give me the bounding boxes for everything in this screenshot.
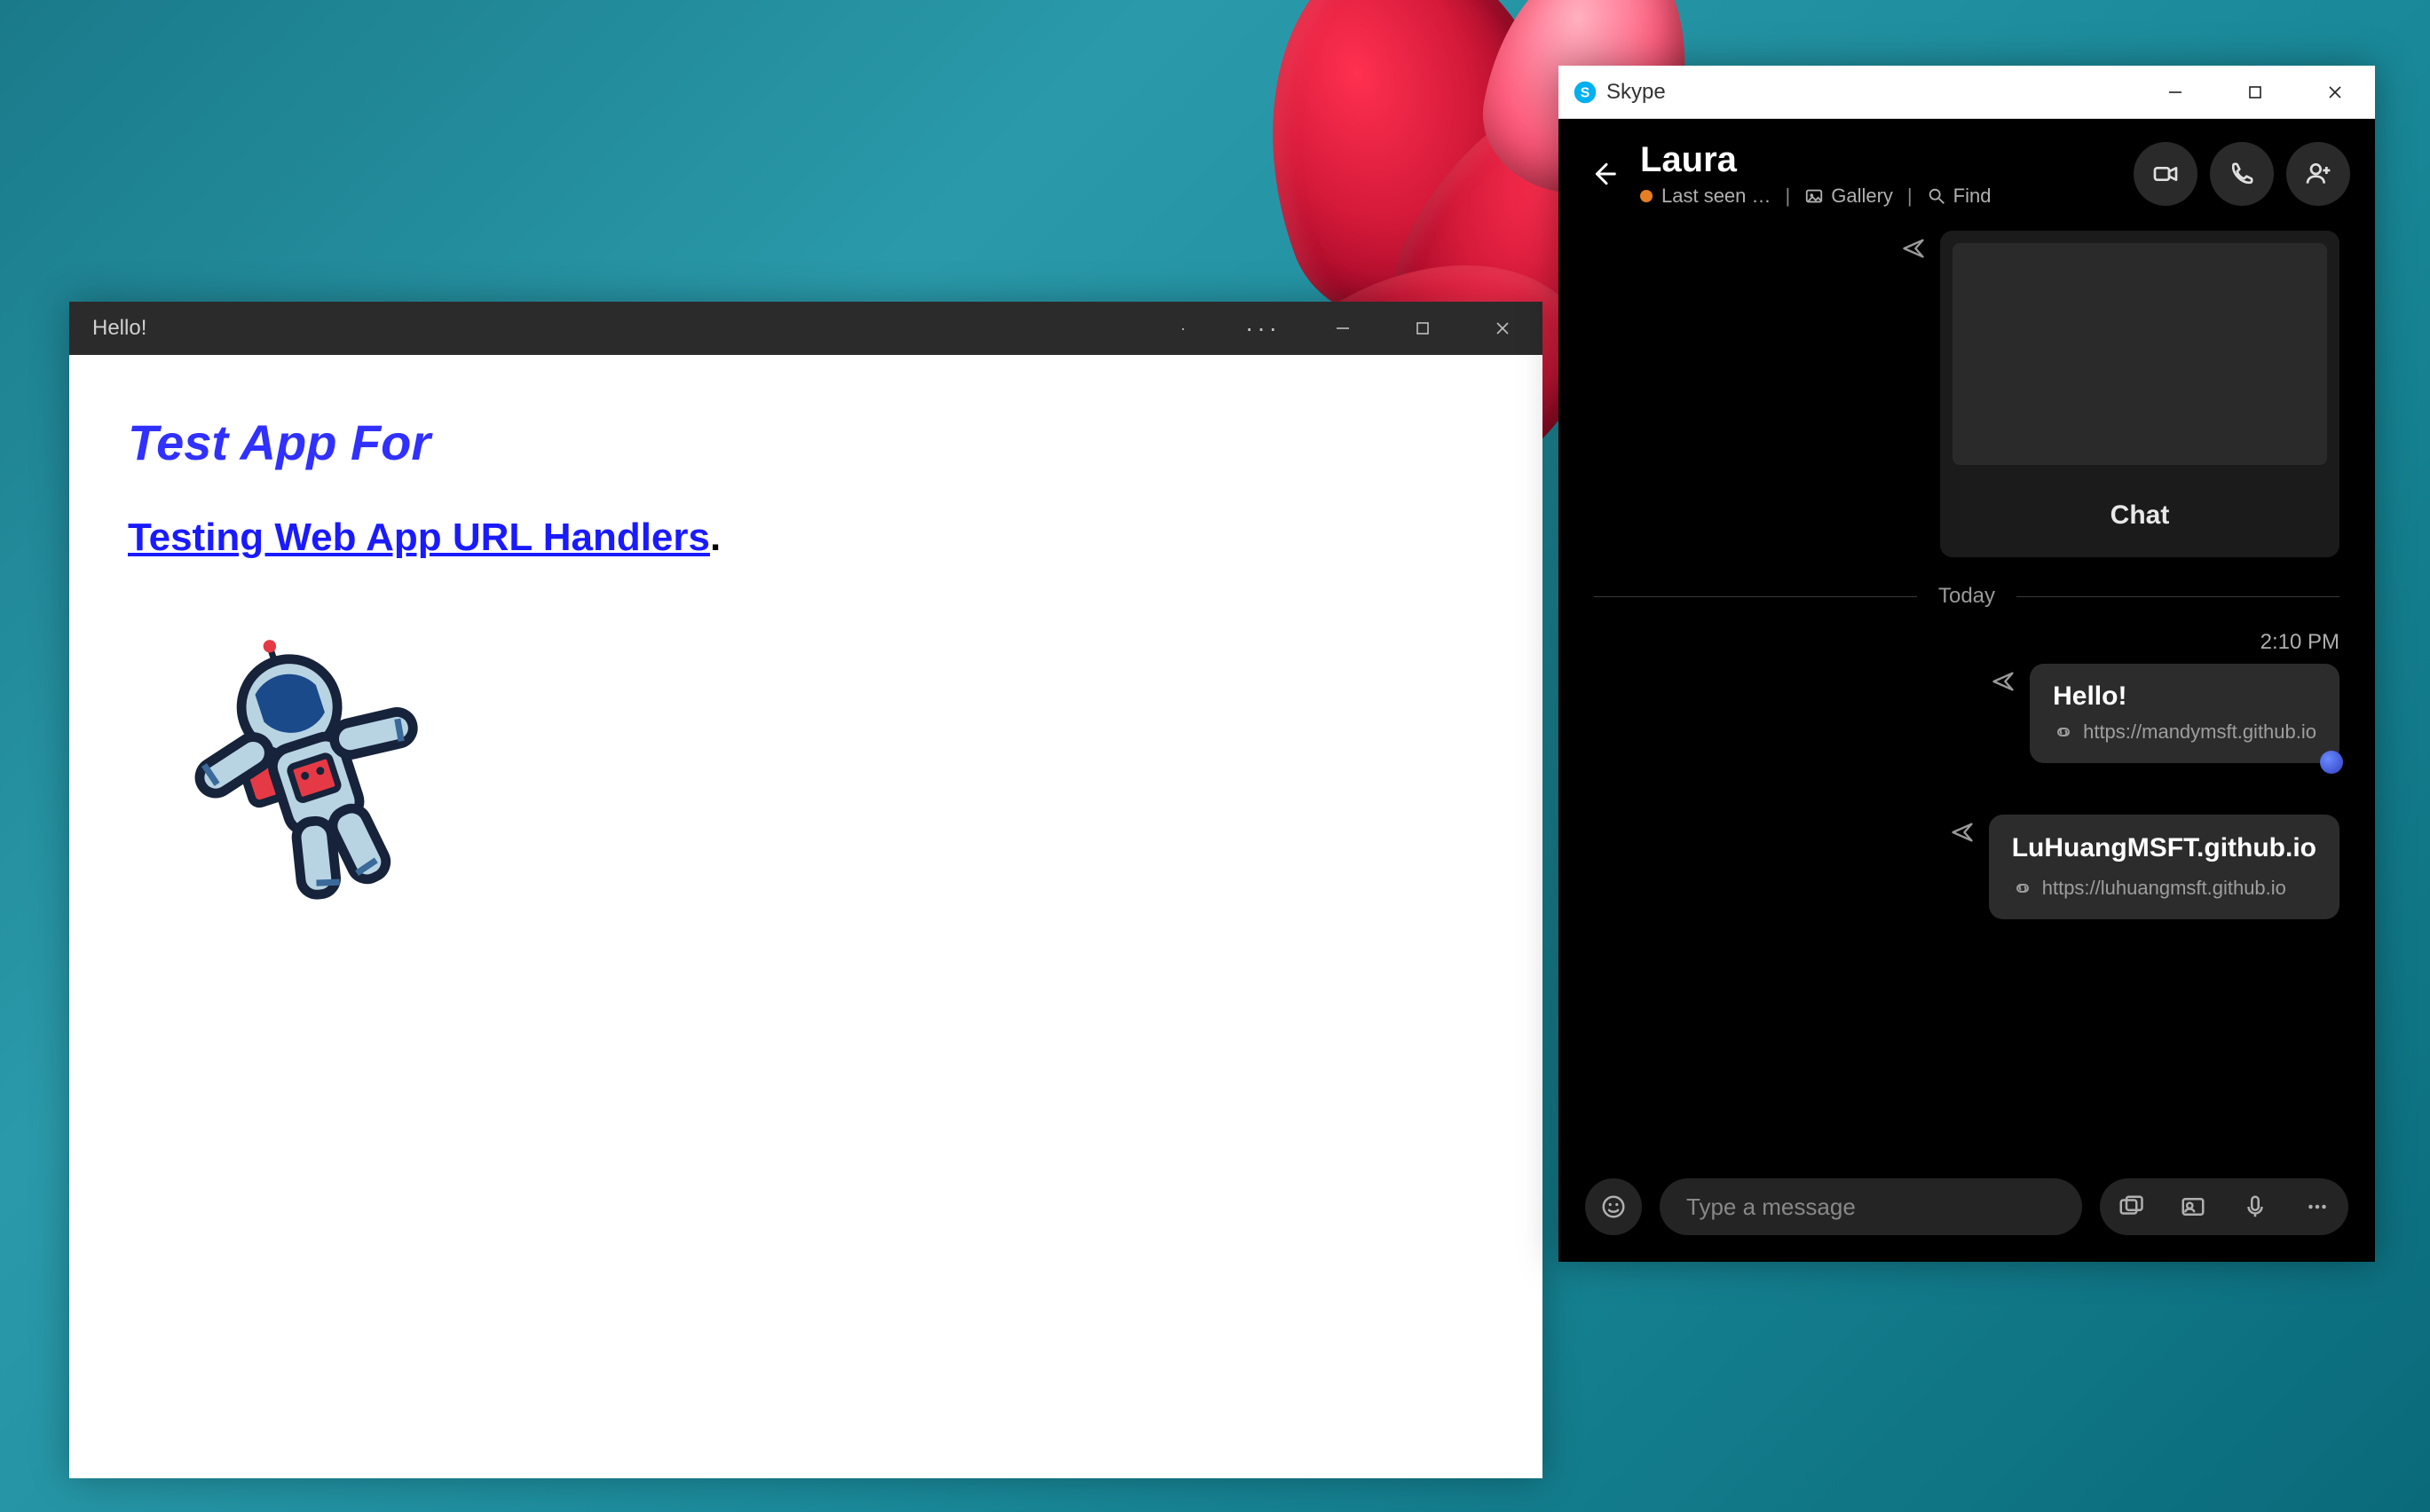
contact-card-button[interactable] bbox=[2162, 1178, 2224, 1235]
skype-maximize-button[interactable] bbox=[2215, 66, 2295, 119]
gallery-label: Gallery bbox=[1831, 185, 1893, 208]
compose-bar bbox=[1558, 1159, 2375, 1262]
phone-icon bbox=[2228, 160, 2256, 188]
message-title: Hello! bbox=[2053, 681, 2316, 712]
header-actions bbox=[2134, 142, 2350, 206]
conversation-header: Laura Last seen … | Gallery | Find bbox=[1558, 119, 2375, 222]
message-bubble[interactable]: LuHuangMSFT.github.io https://luhuangmsf… bbox=[1989, 815, 2339, 919]
day-divider: Today bbox=[1594, 584, 2339, 609]
reaction-badge[interactable] bbox=[2320, 751, 2343, 774]
skype-close-button[interactable] bbox=[2295, 66, 2375, 119]
link-icon bbox=[2012, 878, 2033, 899]
separator: | bbox=[1902, 185, 1918, 208]
separator: | bbox=[1780, 185, 1796, 208]
more-compose-button[interactable] bbox=[2286, 1178, 2348, 1235]
gallery-icon bbox=[1804, 186, 1824, 206]
last-seen-text: Last seen … bbox=[1661, 185, 1771, 208]
more-icon bbox=[2304, 1193, 2331, 1220]
sent-indicator-icon bbox=[1901, 236, 1926, 557]
audio-call-button[interactable] bbox=[2210, 142, 2274, 206]
message-url[interactable]: https://luhuangmsft.github.io bbox=[2042, 877, 2286, 900]
sent-indicator-icon bbox=[1991, 669, 2016, 763]
shared-card[interactable]: Chat bbox=[1940, 231, 2339, 557]
contact-name: Laura bbox=[1640, 140, 2116, 179]
search-icon bbox=[1927, 186, 1946, 206]
find-button[interactable]: Find bbox=[1927, 185, 1992, 208]
presence-away-icon bbox=[1640, 190, 1653, 202]
media-icon bbox=[2118, 1193, 2144, 1220]
titlebar-more-button[interactable]: ··· bbox=[1223, 302, 1303, 355]
skype-window: S Skype Laura Last seen … | bbox=[1558, 66, 2375, 1262]
contact-card-icon bbox=[2180, 1193, 2206, 1220]
maximize-button[interactable] bbox=[1383, 302, 1463, 355]
close-button[interactable] bbox=[1463, 302, 1542, 355]
message-url[interactable]: https://mandymsft.github.io bbox=[2083, 721, 2316, 744]
app-window-title: Hello! bbox=[92, 316, 146, 341]
message-title: LuHuangMSFT.github.io bbox=[2012, 832, 2316, 864]
microphone-icon bbox=[2242, 1193, 2268, 1220]
app-link-suffix: . bbox=[710, 516, 721, 559]
app-titlebar[interactable]: Hello! · ··· bbox=[69, 302, 1542, 355]
back-button[interactable] bbox=[1583, 154, 1622, 193]
contact-sub-row: Last seen … | Gallery | Find bbox=[1640, 185, 2116, 208]
sent-indicator-icon bbox=[1950, 820, 1975, 919]
gallery-button[interactable]: Gallery bbox=[1804, 185, 1893, 208]
link-icon bbox=[2053, 721, 2074, 743]
astronaut-image bbox=[146, 613, 483, 933]
emoji-icon bbox=[1600, 1193, 1627, 1220]
day-divider-label: Today bbox=[1938, 584, 1995, 609]
message-timestamp: 2:10 PM bbox=[1594, 630, 2339, 655]
voice-message-button[interactable] bbox=[2224, 1178, 2286, 1235]
app-link-line: Testing Web App URL Handlers. bbox=[128, 516, 1484, 560]
app-content: Test App For Testing Web App URL Handler… bbox=[69, 355, 1542, 1478]
card-image-placeholder bbox=[1953, 243, 2327, 465]
compose-actions bbox=[2100, 1178, 2348, 1235]
message-input[interactable] bbox=[1660, 1178, 2082, 1235]
attach-media-button[interactable] bbox=[2100, 1178, 2162, 1235]
message-bubble[interactable]: Hello! https://mandymsft.github.io bbox=[2030, 664, 2339, 763]
skype-title-text: Skype bbox=[1606, 80, 1666, 105]
titlebar-menu-dot[interactable]: · bbox=[1143, 302, 1223, 355]
svg-text:S: S bbox=[1581, 85, 1590, 100]
message-row: Hello! https://mandymsft.github.io bbox=[1594, 664, 2339, 763]
video-call-button[interactable] bbox=[2134, 142, 2197, 206]
add-person-icon bbox=[2304, 160, 2332, 188]
skype-logo-icon: S bbox=[1573, 80, 1598, 105]
emoji-button[interactable] bbox=[1585, 1178, 1642, 1235]
message-row: LuHuangMSFT.github.io https://luhuangmsf… bbox=[1594, 815, 2339, 919]
app-window: Hello! · ··· Test App For Testing Web Ap… bbox=[69, 302, 1542, 1478]
outgoing-card-row: Chat bbox=[1594, 231, 2339, 557]
minimize-button[interactable] bbox=[1303, 302, 1383, 355]
contact-block: Laura Last seen … | Gallery | Find bbox=[1640, 140, 2116, 208]
chat-scroll-area[interactable]: Chat Today 2:10 PM Hello! https://mandym… bbox=[1558, 222, 2375, 1159]
add-participant-button[interactable] bbox=[2286, 142, 2350, 206]
app-heading: Test App For bbox=[128, 413, 1484, 471]
app-main-link[interactable]: Testing Web App URL Handlers bbox=[128, 516, 710, 559]
card-chat-button[interactable]: Chat bbox=[1940, 477, 2339, 557]
skype-minimize-button[interactable] bbox=[2135, 66, 2215, 119]
find-label: Find bbox=[1953, 185, 1992, 208]
skype-body: Laura Last seen … | Gallery | Find bbox=[1558, 119, 2375, 1262]
skype-titlebar[interactable]: S Skype bbox=[1558, 66, 2375, 119]
video-icon bbox=[2151, 160, 2180, 188]
